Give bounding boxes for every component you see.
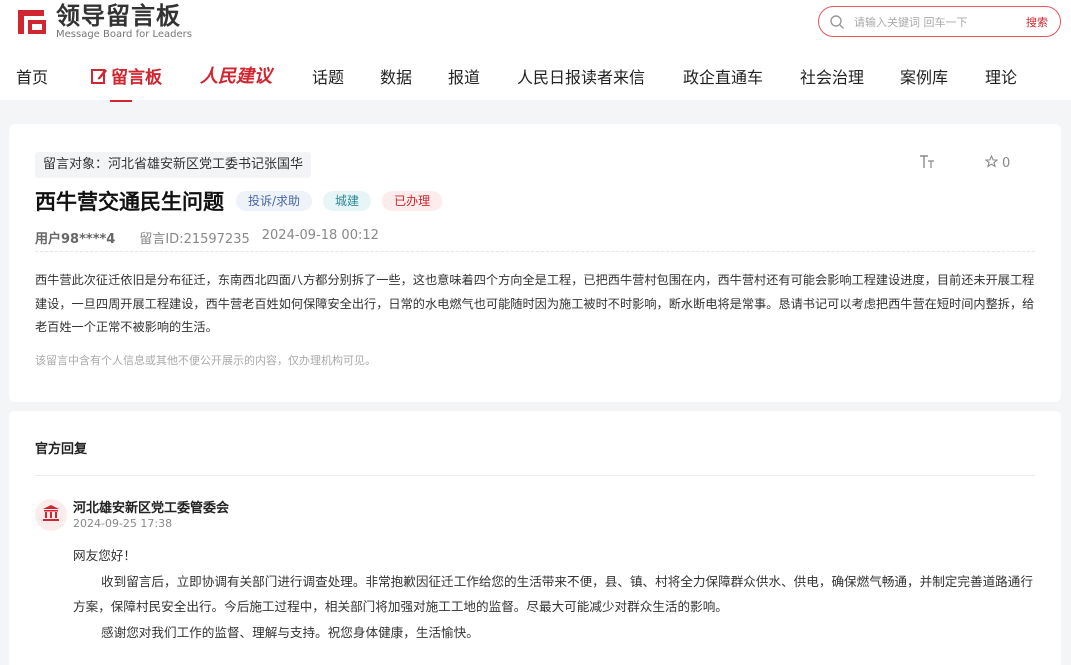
star-icon — [984, 154, 999, 172]
nav-message-board-label: 留言板 — [111, 68, 162, 88]
logo-title: 领导留言板 — [56, 2, 181, 30]
logo-subtitle: Message Board for Leaders — [56, 29, 193, 40]
nav-reports[interactable]: 报道 — [448, 64, 480, 88]
nav-topics[interactable]: 话题 — [312, 64, 344, 88]
field-tag[interactable]: 城建 — [323, 191, 372, 211]
search-box: 搜索 — [818, 6, 1061, 37]
main-nav: 首页 留言板 人民建议 话题 数据 报道 人民日报读者来信 政企直通车 社会治理… — [0, 58, 1071, 102]
divider — [35, 475, 1035, 476]
search-button[interactable]: 搜索 — [1026, 14, 1048, 30]
nav-case-library[interactable]: 案例库 — [900, 64, 948, 88]
privacy-note: 该留言中含有个人信息或其他不便公开展示的内容，仅办理机构可见。 — [35, 354, 376, 367]
nav-gov-enterprise[interactable]: 政企直通车 — [683, 64, 763, 88]
message-target: 留言对象：河北省雄安新区党工委书记张国华 — [35, 152, 312, 178]
nav-reader-letters[interactable]: 人民日报读者来信 — [517, 64, 645, 88]
reply-paragraph: 感谢您对我们工作的监督、理解与支持。祝您身体健康，生活愉快。 — [101, 624, 479, 640]
nav-message-board[interactable]: 留言板 — [90, 63, 162, 102]
message-id: 留言ID:21597235 — [139, 232, 250, 247]
favorite-button[interactable]: 0 — [984, 154, 1011, 172]
reply-greeting: 网友您好！ — [73, 548, 136, 563]
font-size-icon[interactable] — [919, 155, 935, 173]
search-input[interactable] — [854, 13, 1004, 31]
site-header: 领导留言板 Message Board for Leaders 搜索 首页 留言… — [0, 0, 1071, 102]
logo-mark-icon — [14, 4, 50, 40]
reply-org: 河北雄安新区党工委管委会 — [73, 501, 230, 516]
edit-icon — [90, 67, 108, 85]
search-icon — [829, 14, 845, 30]
status-badge: 已办理 — [382, 191, 443, 211]
nav-people-suggestions[interactable]: 人民建议 — [200, 62, 272, 88]
nav-social-governance[interactable]: 社会治理 — [800, 64, 864, 88]
reply-date: 2024-09-25 17:38 — [73, 517, 173, 530]
category-tag[interactable]: 投诉/求助 — [236, 191, 313, 211]
site-logo[interactable]: 领导留言板 Message Board for Leaders — [14, 2, 192, 42]
message-time: 2024-09-18 00:12 — [261, 228, 379, 243]
reply-card: 官方回复 河北雄安新区党工委管委会 2024-09-25 17:38 网友您好！… — [9, 411, 1061, 665]
reply-body: 网友您好！ 收到留言后，立即协调有关部门进行调查处理。非常抱歉因征迁工作给您的生… — [73, 543, 1043, 645]
message-user: 用户98****4 — [35, 232, 116, 247]
nav-home[interactable]: 首页 — [16, 64, 48, 88]
nav-data[interactable]: 数据 — [380, 64, 412, 88]
favorite-count: 0 — [1002, 156, 1011, 171]
message-title: 西牛营交通民生问题 — [35, 190, 224, 214]
divider — [35, 251, 1035, 252]
government-building-icon — [42, 504, 60, 526]
avatar — [35, 499, 67, 531]
message-body: 西牛营此次征迁依旧是分布征迁，东南西北四面八方都分别拆了一些，这也意味着四个方向… — [35, 273, 1035, 334]
nav-theory[interactable]: 理论 — [985, 64, 1017, 88]
reply-section-title: 官方回复 — [35, 442, 88, 457]
reply-paragraph: 收到留言后，立即协调有关部门进行调查处理。非常抱歉因征迁工作给您的生活带来不便，… — [73, 573, 1033, 615]
message-card: 留言对象：河北省雄安新区党工委书记张国华 0 西牛营交通民生问题 投诉/求助 城… — [9, 124, 1061, 402]
